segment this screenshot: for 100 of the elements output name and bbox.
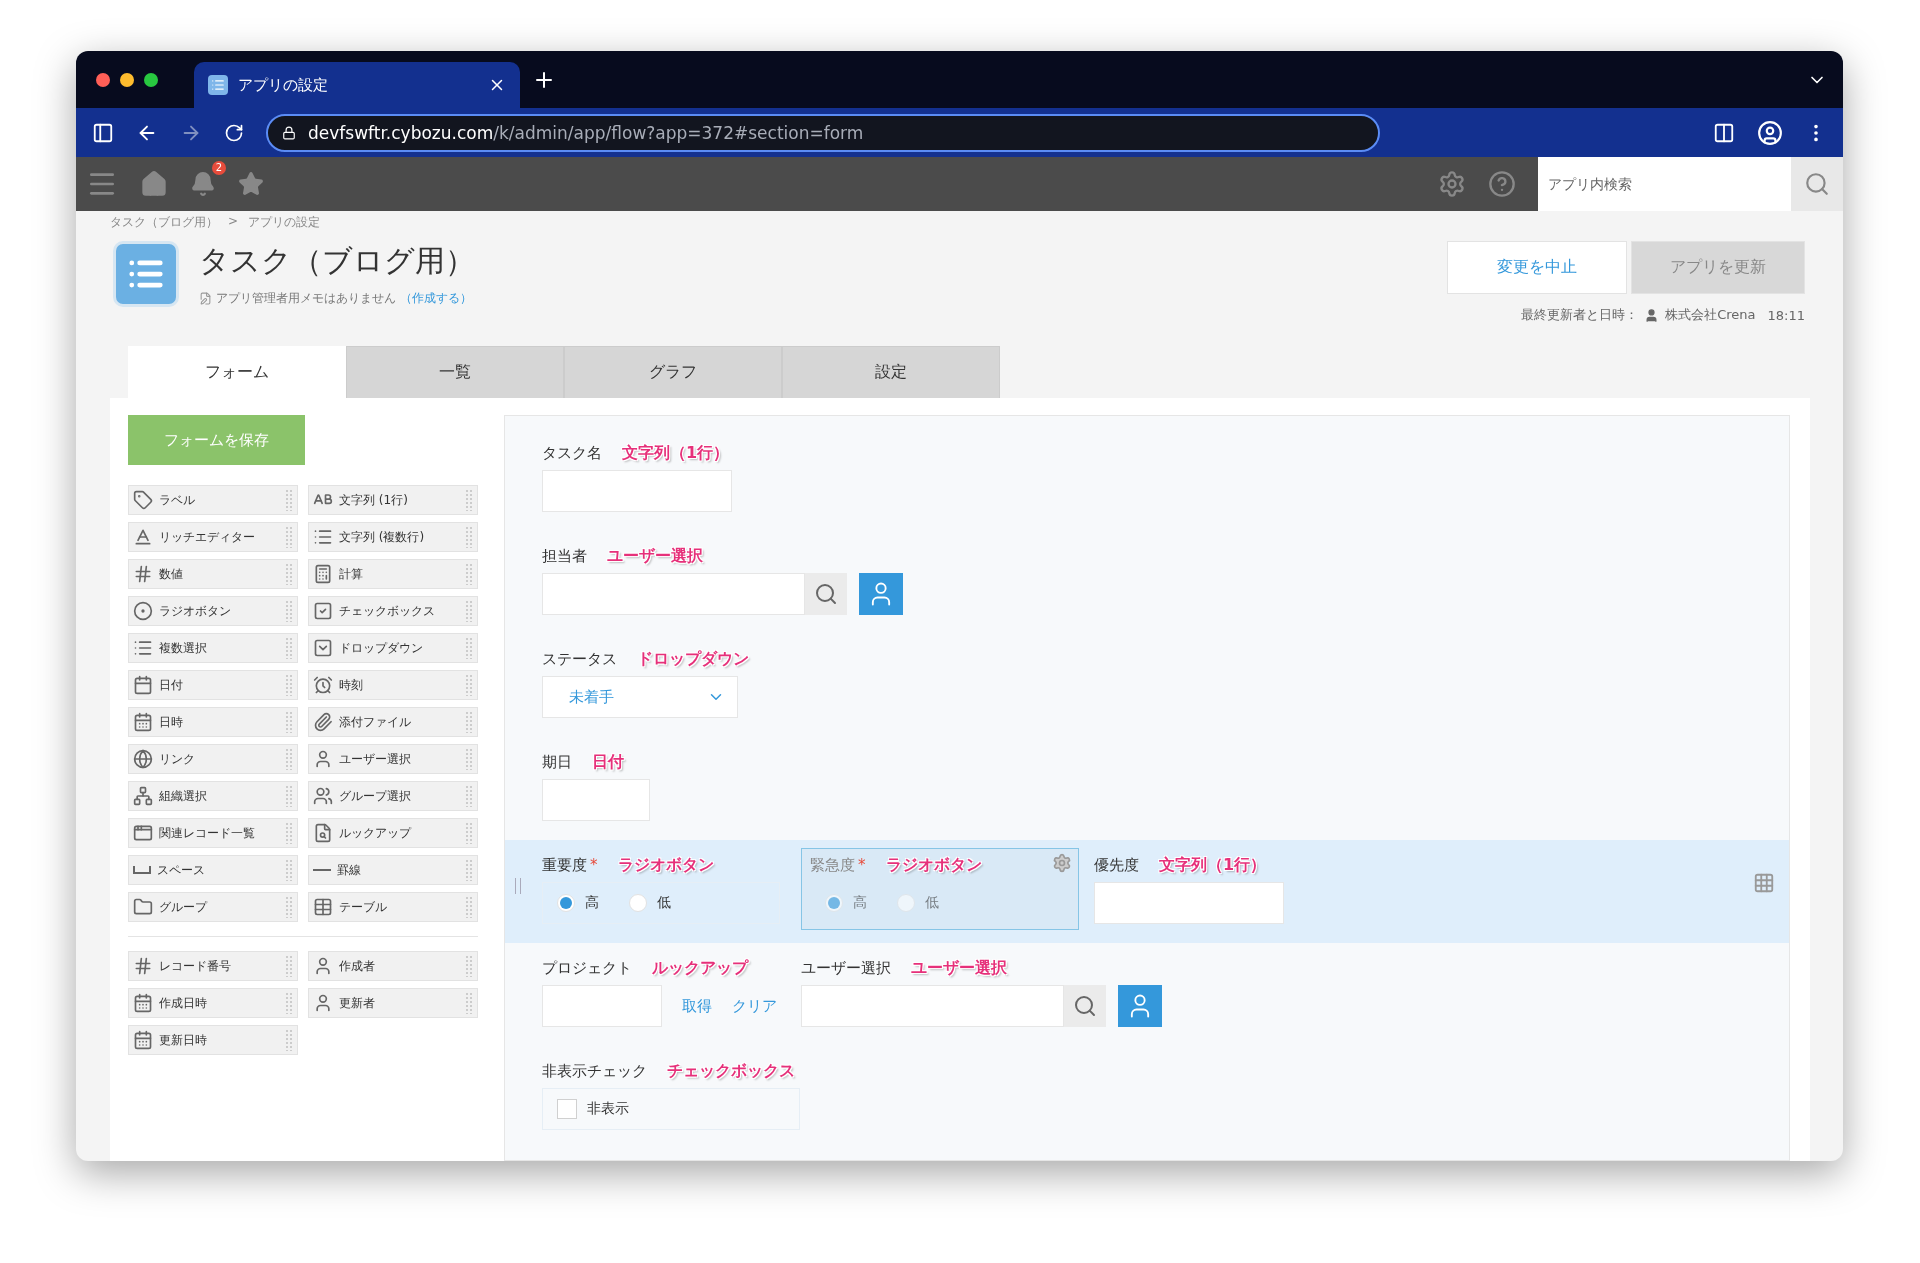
palette-item[interactable]: グループ選択 [308,781,478,811]
memo-text: アプリ管理者用メモはありません [216,290,396,307]
palette-item[interactable]: スペース [128,855,298,885]
palette-item[interactable]: 時刻 [308,670,478,700]
search-button[interactable] [805,573,847,615]
search-button[interactable] [1064,985,1106,1027]
palette-item[interactable]: チェックボックス [308,596,478,626]
drag-handle-icon[interactable] [515,878,521,894]
tab[interactable]: フォーム [128,346,346,398]
list-icon [133,638,153,658]
type-annotation: ユーザー選択 [911,957,1007,979]
radio-button[interactable] [557,894,575,912]
reload-icon[interactable] [224,122,244,143]
tab[interactable]: 一覧 [346,346,564,398]
palette-item[interactable]: 添付ファイル [308,707,478,737]
notification-badge: 2 [211,161,226,175]
palette-item[interactable]: ラベル [128,485,298,515]
text-input[interactable] [542,470,732,512]
palette-item[interactable]: 計算 [308,559,478,589]
calendar-icon [133,712,153,732]
search-field[interactable]: アプリ内検索 [1538,157,1791,211]
grip-icon [285,896,293,918]
palette-item[interactable]: 作成者 [308,951,478,981]
palette-item[interactable]: ルックアップ [308,818,478,848]
checkbox[interactable] [557,1099,577,1119]
grip-icon [465,563,473,585]
address-bar[interactable]: devfswftr.cybozu.com/k/admin/app/flow?app=372#section=form [266,113,1380,152]
type-annotation: ラジオボタン [617,854,714,876]
palette-item[interactable]: 文字列 (複数行) [308,522,478,552]
split-view-icon[interactable] [1713,121,1735,144]
palette-item[interactable]: 関連レコード一覧 [128,818,298,848]
star-icon[interactable] [238,171,264,197]
palette-item[interactable]: テーブル [308,892,478,922]
folder-icon [133,897,153,917]
checkbox-icon [313,601,333,621]
selected-field[interactable]: 緊急度 * ラジオボタン 高 低 [801,848,1079,930]
palette-item[interactable]: リンク [128,744,298,774]
palette-item[interactable]: ユーザー選択 [308,744,478,774]
grip-icon [465,822,473,844]
palette-item[interactable]: 文字列 (1行) [308,485,478,515]
palette-item[interactable]: 複数選択 [128,633,298,663]
radio-option[interactable]: 高 [825,894,867,912]
close-light[interactable] [96,72,110,87]
type-annotation: 日付 [592,751,624,773]
grip-icon [285,785,293,807]
radio-button[interactable] [629,894,647,912]
settings-icon[interactable] [1438,170,1466,198]
checkbox-option[interactable]: 非表示 [557,1099,629,1119]
date-input[interactable] [542,779,650,821]
radio-option[interactable]: 高 [557,894,599,912]
palette-item[interactable]: 罫線 [308,855,478,885]
bell-icon[interactable] [190,171,216,197]
text-input[interactable] [1094,882,1284,924]
palette-item[interactable]: ラジオボタン [128,596,298,626]
user-select-button[interactable] [1118,985,1162,1027]
globe-icon [133,749,153,769]
palette-item[interactable]: 更新者 [308,988,478,1018]
radio-button[interactable] [825,894,843,912]
grip-icon [285,822,293,844]
space-icon [133,866,151,874]
browser-tab[interactable]: アプリの設定 [194,62,520,108]
zoom-light[interactable] [144,72,158,87]
palette-item[interactable]: 更新日時 [128,1025,298,1055]
palette-item[interactable]: ドロップダウン [308,633,478,663]
tab[interactable]: 設定 [782,346,1000,398]
grip-icon [285,955,293,977]
palette-item[interactable]: リッチエディター [128,522,298,552]
search-button[interactable] [1791,157,1843,211]
grip-icon [285,859,293,881]
table-icon[interactable] [1753,872,1775,894]
settings-icon[interactable] [1052,853,1072,873]
home-icon[interactable] [140,170,168,198]
user-select-button[interactable] [859,573,903,615]
required-mark: * [590,856,598,874]
field-label: 期日 [542,752,572,772]
memo-icon [199,292,212,305]
field-label: 優先度 [1094,855,1139,875]
user-input[interactable] [542,573,805,615]
palette-item[interactable]: 作成日時 [128,988,298,1018]
palette-item[interactable]: 日時 [128,707,298,737]
user-input[interactable] [801,985,1064,1027]
palette-item[interactable]: 日付 [128,670,298,700]
updated-user: 株式会社Crena [1665,306,1756,324]
palette-item[interactable]: レコード番号 [128,951,298,981]
sidebar-icon[interactable] [92,121,114,144]
lookup-input[interactable] [542,985,662,1027]
grip-icon [465,992,473,1014]
radio-option[interactable]: 低 [897,894,939,912]
palette-item[interactable]: 数値 [128,559,298,589]
minimize-light[interactable] [120,72,134,87]
palette-item[interactable]: グループ [128,892,298,922]
type-annotation: ラジオボタン [885,854,982,876]
help-icon[interactable] [1488,170,1516,198]
tab[interactable]: グラフ [564,346,782,398]
search-icon [1804,171,1830,197]
palette-item[interactable]: 組織選択 [128,781,298,811]
hash-icon [133,564,153,584]
grip-icon [465,785,473,807]
profile-icon[interactable] [1757,119,1783,146]
radio-option[interactable]: 低 [629,894,671,912]
